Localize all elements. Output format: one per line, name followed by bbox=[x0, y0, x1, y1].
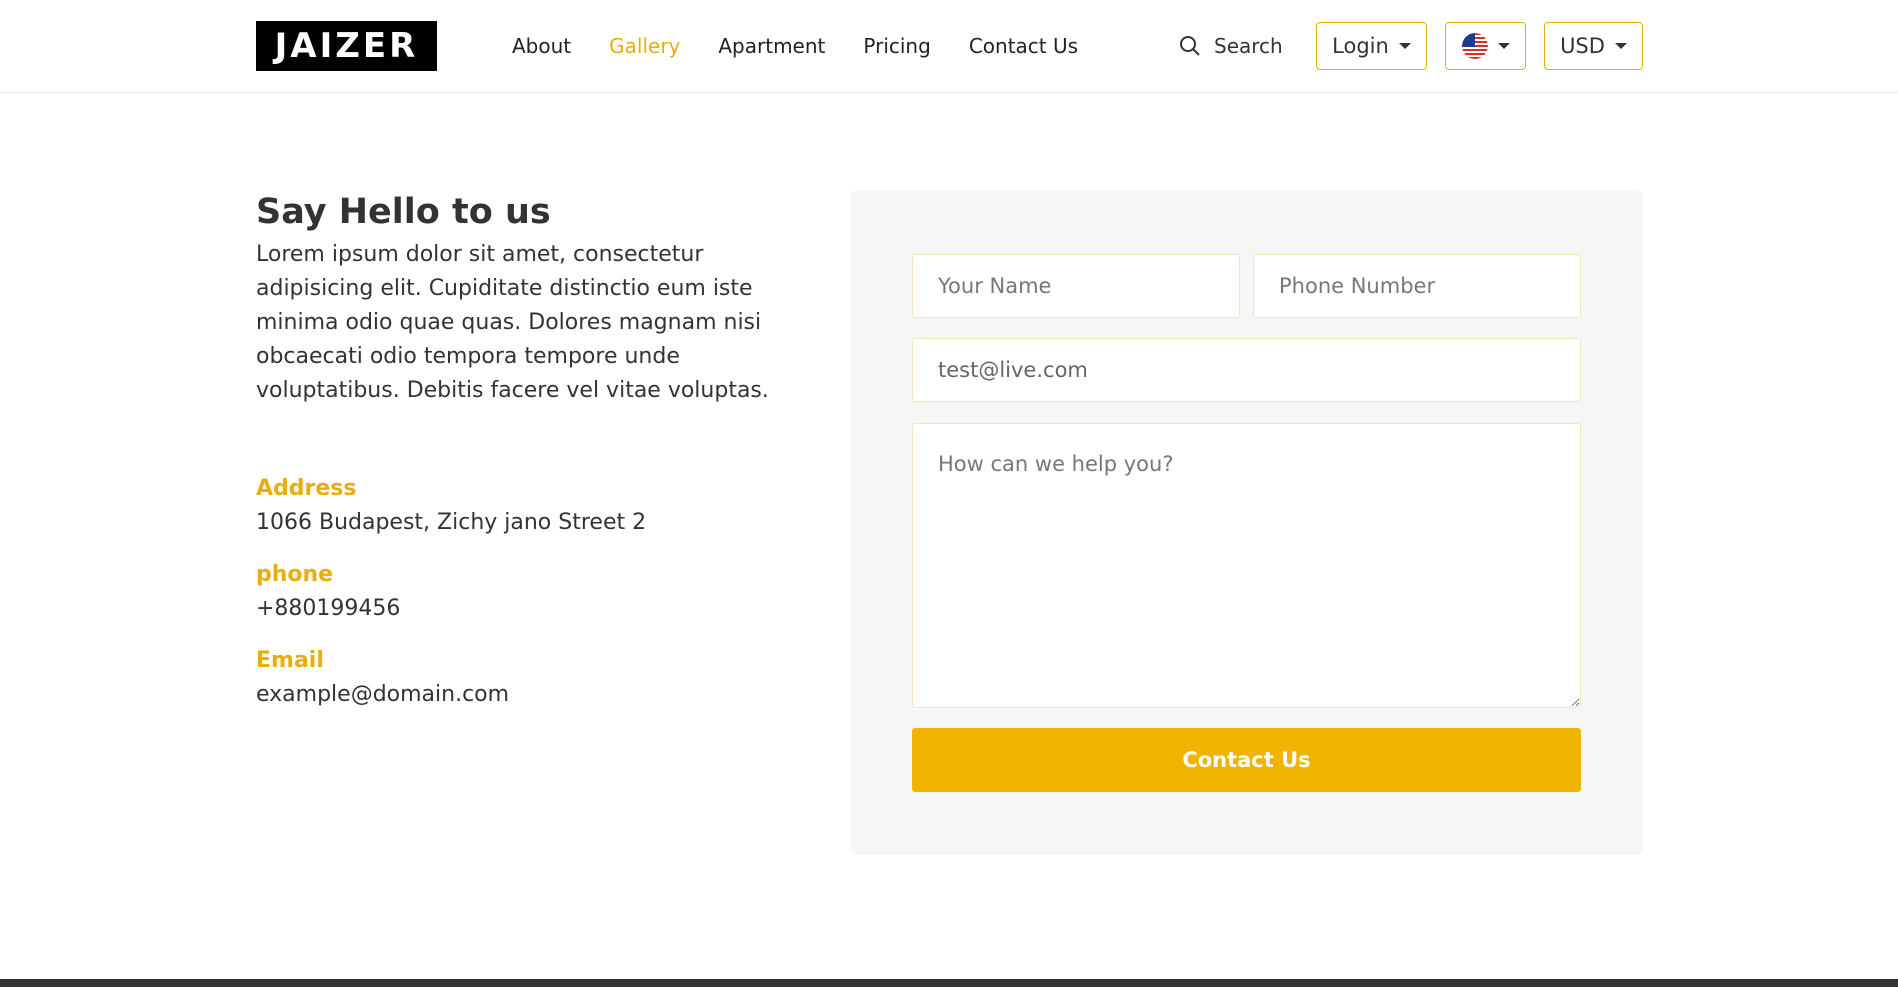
phone-value: +880199456 bbox=[256, 596, 401, 621]
contact-title: Say Hello to us bbox=[256, 192, 551, 232]
main-nav: About Gallery Apartment Pricing Contact … bbox=[512, 30, 1116, 62]
message-textarea[interactable] bbox=[912, 423, 1581, 708]
currency-dropdown[interactable]: USD bbox=[1544, 22, 1643, 70]
us-flag-icon bbox=[1461, 33, 1488, 59]
footer-strip bbox=[0, 979, 1898, 987]
phone-label: phone bbox=[256, 562, 334, 587]
nav-item-contact-us[interactable]: Contact Us bbox=[969, 30, 1078, 62]
site-header: JAIZER About Gallery Apartment Pricing C… bbox=[0, 0, 1898, 93]
search-button[interactable]: Search bbox=[1178, 30, 1283, 62]
contact-us-submit-button[interactable]: Contact Us bbox=[912, 728, 1581, 792]
email-value: example@domain.com bbox=[256, 682, 510, 707]
logo-text: JAIZER bbox=[274, 26, 419, 66]
login-dropdown[interactable]: Login bbox=[1316, 22, 1427, 70]
contact-info: Say Hello to us Lorem ipsum dolor sit am… bbox=[256, 190, 796, 408]
email-label: Email bbox=[256, 648, 324, 673]
nav-item-pricing[interactable]: Pricing bbox=[863, 30, 930, 62]
contact-description: Lorem ipsum dolor sit amet, consectetur … bbox=[256, 242, 769, 403]
language-dropdown[interactable] bbox=[1445, 22, 1526, 70]
name-input[interactable] bbox=[912, 254, 1240, 318]
phone-input[interactable] bbox=[1253, 254, 1581, 318]
caret-down-icon bbox=[1497, 43, 1510, 49]
currency-label: USD bbox=[1560, 34, 1605, 58]
nav-item-apartment[interactable]: Apartment bbox=[718, 30, 825, 62]
search-icon bbox=[1180, 36, 1200, 56]
login-label: Login bbox=[1332, 34, 1389, 58]
caret-down-icon bbox=[1614, 43, 1627, 49]
nav-item-about[interactable]: About bbox=[512, 30, 571, 62]
jaizer-logo[interactable]: JAIZER bbox=[256, 21, 437, 71]
nav-item-gallery[interactable]: Gallery bbox=[609, 30, 680, 62]
search-label: Search bbox=[1214, 34, 1283, 58]
address-value: 1066 Budapest, Zichy jano Street 2 bbox=[256, 510, 647, 535]
email-input[interactable] bbox=[912, 338, 1581, 402]
address-label: Address bbox=[256, 476, 357, 501]
caret-down-icon bbox=[1398, 43, 1411, 49]
